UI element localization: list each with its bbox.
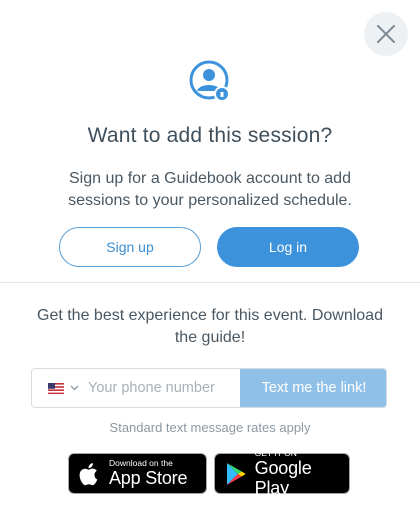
divider [0,282,420,283]
app-store-small-text: Download on the [109,458,173,468]
close-button[interactable] [364,12,408,56]
signup-description: Sign up for a Guidebook account to add s… [68,170,352,209]
text-link-button[interactable]: Text me the link! [240,369,386,407]
sign-up-button[interactable]: Sign up [59,227,201,267]
close-icon [377,25,395,43]
google-play-small-text: GET IT ON [254,448,297,458]
phone-form: Text me the link! [31,368,387,408]
google-play-big-text: Google Play [254,458,312,498]
phone-number-input[interactable] [88,369,240,407]
apple-icon [79,462,98,485]
google-play-icon [226,462,246,485]
us-flag-icon [48,382,64,394]
app-store-button[interactable]: Download on the App Store [68,453,207,494]
user-lock-icon [189,60,230,102]
chevron-down-icon [70,385,79,391]
country-select[interactable] [32,369,86,407]
log-in-button[interactable]: Log in [217,227,359,267]
rates-notice: Standard text message rates apply [109,420,311,435]
page-title: Want to add this session? [87,124,333,147]
app-store-big-text: App Store [109,468,188,488]
download-description: Get the best experience for this event. … [37,307,383,346]
google-play-button[interactable]: GET IT ON Google Play [214,449,350,498]
